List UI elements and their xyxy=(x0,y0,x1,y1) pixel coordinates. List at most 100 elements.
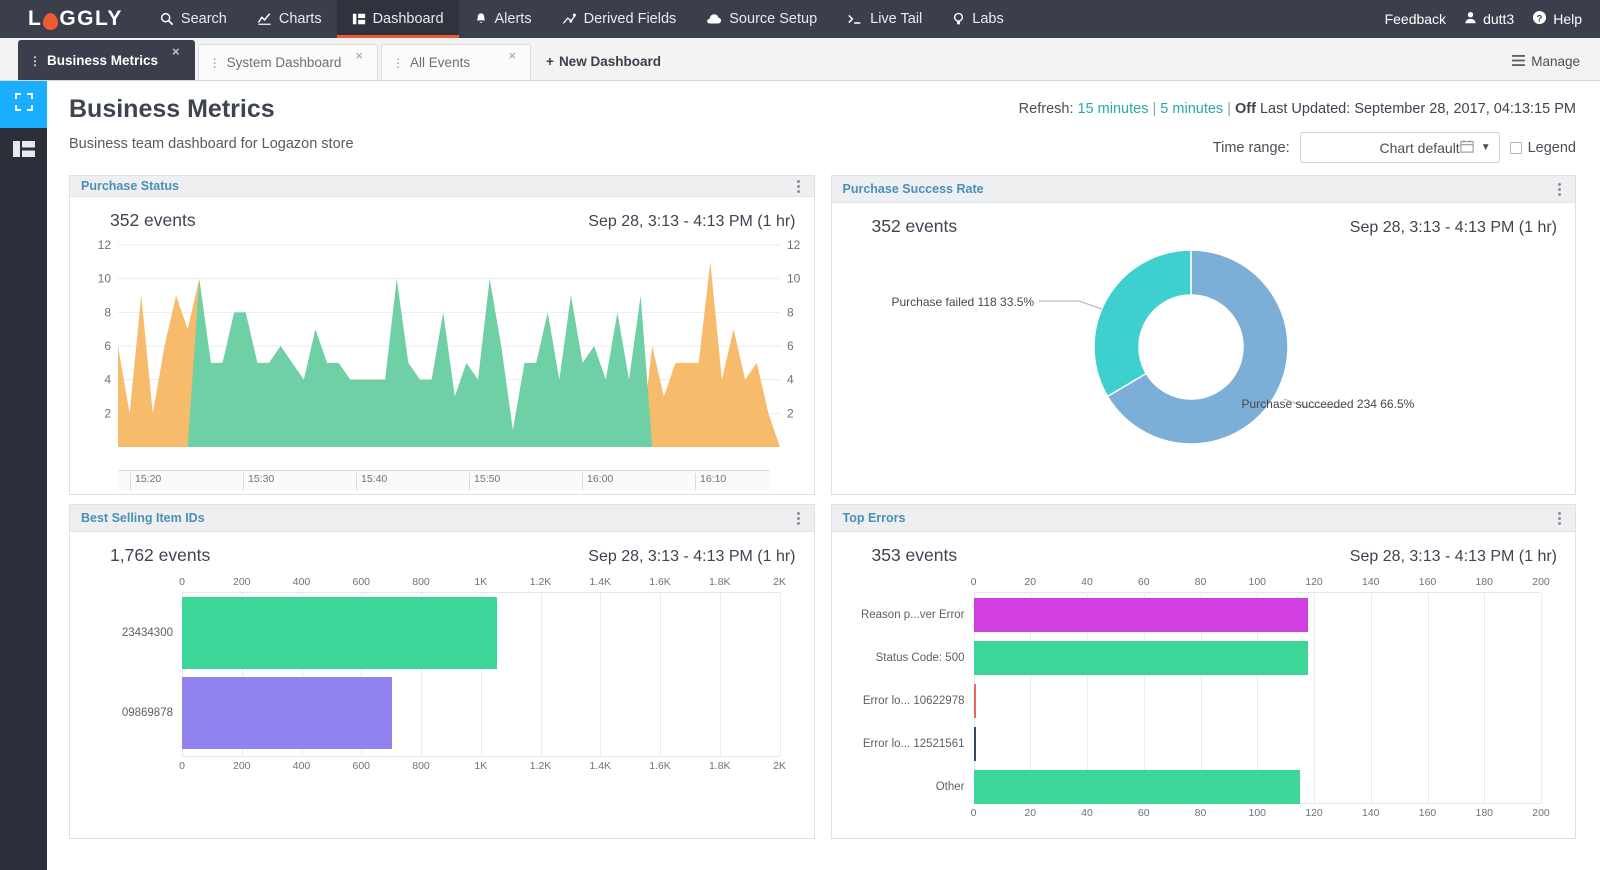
panel-menu-icon[interactable] xyxy=(1554,509,1565,528)
x-axis-tick: 16:00 xyxy=(582,473,613,491)
brand-text-l: L xyxy=(28,7,43,30)
tab-all-events[interactable]: ⋮ All Events × xyxy=(381,44,532,80)
plus-icon: + xyxy=(546,54,554,69)
x-axis-tick: 400 xyxy=(292,760,311,772)
tab-label: All Events xyxy=(410,55,471,70)
panel-header: Top Errors xyxy=(831,505,1575,532)
nav-item-alerts[interactable]: Alerts xyxy=(459,0,547,38)
sidebar-item-layout[interactable] xyxy=(0,128,47,175)
panel-title[interactable]: Purchase Success Rate xyxy=(843,182,984,196)
bar[interactable] xyxy=(973,597,1309,632)
bar[interactable] xyxy=(973,640,1309,675)
bar-row: 23434300 xyxy=(122,597,780,669)
panel-menu-icon[interactable] xyxy=(793,509,804,528)
nav-item-search[interactable]: Search xyxy=(145,0,242,38)
refresh-separator-1: | xyxy=(1152,101,1157,117)
bar[interactable] xyxy=(973,769,1300,804)
nav-item-charts[interactable]: Charts xyxy=(242,0,337,38)
tab-close-icon[interactable]: × xyxy=(508,48,516,63)
time-range-display: Sep 28, 3:13 - 4:13 PM (1 hr) xyxy=(1349,548,1557,565)
nav-item-source-setup[interactable]: Source Setup xyxy=(691,0,832,38)
time-range-select[interactable]: Chart default ▼ xyxy=(1299,132,1500,163)
plot-area: Reason p...ver Error Status Code: 500 Erro… xyxy=(861,592,1542,804)
refresh-option-off[interactable]: Off xyxy=(1235,101,1256,117)
panel-header: Purchase Status xyxy=(70,176,814,197)
nav-item-live-tail[interactable]: Live Tail xyxy=(832,0,937,38)
x-axis-tick: 1.6K xyxy=(649,576,671,588)
bar[interactable] xyxy=(973,683,977,718)
bar-category-label: 23434300 xyxy=(121,627,173,639)
refresh-option-15min[interactable]: 15 minutes xyxy=(1078,101,1149,117)
panel-body: 353 events Sep 28, 3:13 - 4:13 PM (1 hr)… xyxy=(832,532,1576,838)
time-range-display: Sep 28, 3:13 - 4:13 PM (1 hr) xyxy=(1349,219,1557,236)
bar-row: 09869878 xyxy=(122,677,780,749)
loggly-logo[interactable]: L GGLY xyxy=(0,0,145,38)
svg-text:4: 4 xyxy=(104,373,111,387)
derived-fields-icon xyxy=(562,12,577,26)
calendar-icon xyxy=(1460,139,1474,156)
events-count: 1,762 events xyxy=(110,545,211,565)
nav-item-dashboard[interactable]: Dashboard xyxy=(336,0,459,38)
events-count: 352 events xyxy=(871,216,958,236)
area-chart-purchase-status: 2 2 4 4 6 6 8 8 10 10 12 12 xyxy=(82,237,802,470)
x-axis-tick: 15:30 xyxy=(243,473,274,491)
refresh-option-5min[interactable]: 5 minutes xyxy=(1160,101,1223,117)
line-chart-icon xyxy=(257,12,272,26)
donut-slice[interactable] xyxy=(1092,249,1192,398)
x-axis-top: 0 200 400 600 800 1K 1.2K 1.4K 1.6K 1.8K 2K xyxy=(179,576,786,592)
x-axis-bottom: 0 200 400 600 800 1K 1.2K 1.4K 1.6K 1.8K 2K xyxy=(179,760,786,776)
tab-close-icon[interactable]: × xyxy=(355,48,363,63)
bar[interactable] xyxy=(973,726,977,761)
donut-label-failed: Purchase failed 118 33.5% xyxy=(891,295,1035,309)
sidebar-item-expand[interactable] xyxy=(0,81,47,128)
legend-checkbox[interactable] xyxy=(1509,141,1522,154)
new-dashboard-button[interactable]: + New Dashboard xyxy=(534,54,673,80)
tab-system-dashboard[interactable]: ⋮ System Dashboard × xyxy=(197,44,379,80)
x-axis-tick: 80 xyxy=(1194,576,1207,588)
user-menu[interactable]: dutt3 xyxy=(1464,11,1514,28)
chart-summary: 353 events Sep 28, 3:13 - 4:13 PM (1 hr) xyxy=(844,541,1564,566)
bar[interactable] xyxy=(182,597,498,669)
tab-business-metrics[interactable]: ⋮ Business Metrics × xyxy=(18,40,195,80)
panel-title[interactable]: Top Errors xyxy=(843,511,906,525)
nav-item-derived-fields[interactable]: Derived Fields xyxy=(547,0,692,38)
x-axis-tick: 800 xyxy=(412,576,430,588)
panel-title[interactable]: Best Selling Item IDs xyxy=(81,511,205,525)
panel-menu-icon[interactable] xyxy=(793,177,804,196)
x-axis-tick: 160 xyxy=(1418,807,1437,819)
x-axis-tick: 1.2K xyxy=(529,760,552,772)
page-title: Business Metrics xyxy=(69,95,275,123)
panel-menu-icon[interactable] xyxy=(1554,180,1565,199)
time-range-value: Chart default xyxy=(1379,139,1460,156)
x-axis-tick: 160 xyxy=(1418,576,1437,588)
last-updated-label: Last Updated: xyxy=(1259,101,1351,117)
tab-label: Business Metrics xyxy=(47,53,159,68)
events-count: 352 events xyxy=(110,210,196,230)
svg-text:4: 4 xyxy=(787,373,794,387)
x-axis-tick: 15:50 xyxy=(469,473,500,491)
dashboard-title-block: Business Metrics Business team dashboard… xyxy=(69,95,354,152)
panel-title[interactable]: Purchase Status xyxy=(81,179,179,193)
lightbulb-icon xyxy=(952,12,965,26)
help-link[interactable]: ? Help xyxy=(1532,10,1582,28)
panel-grid: Purchase Status 352 events Sep 28, 3:13 … xyxy=(69,175,1576,839)
new-dashboard-label: New Dashboard xyxy=(558,54,661,69)
panel-best-selling-item-ids: Best Selling Item IDs 1,762 events Sep 2… xyxy=(69,504,815,839)
x-axis-tick: 60 xyxy=(1137,807,1150,819)
feedback-link[interactable]: Feedback xyxy=(1385,11,1446,27)
x-axis-tick: 1.8K xyxy=(708,576,731,588)
manage-button[interactable]: Manage xyxy=(1512,54,1600,80)
tab-close-icon[interactable]: × xyxy=(172,44,180,59)
bar[interactable] xyxy=(182,677,392,749)
x-axis-tick: 0 xyxy=(179,576,185,588)
bar-category-label: Reason p...ver Error xyxy=(860,608,965,621)
legend-toggle[interactable]: Legend xyxy=(1509,140,1576,156)
chart-summary: 352 events Sep 28, 3:13 - 4:13 PM (1 hr) xyxy=(844,212,1564,237)
x-axis-tick: 100 xyxy=(1248,576,1267,588)
svg-text:2: 2 xyxy=(104,406,111,420)
plot-area: 23434300 09869878 xyxy=(122,592,781,757)
dashboard-icon xyxy=(352,12,366,26)
chevron-down-icon: ▼ xyxy=(1480,142,1491,153)
x-axis-tick: 140 xyxy=(1361,576,1380,588)
nav-item-labs[interactable]: Labs xyxy=(937,0,1018,38)
